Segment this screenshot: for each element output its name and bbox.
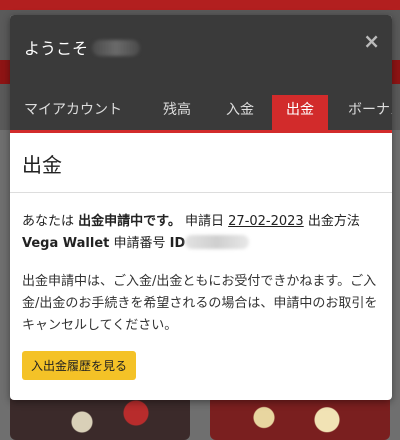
withdrawal-method: Vega Wallet — [22, 236, 110, 251]
request-date: 27-02-2023 — [228, 214, 304, 229]
tab-deposit[interactable]: 入金 — [226, 95, 254, 130]
modal-header: ようこそ × — [10, 15, 392, 75]
account-modal: ようこそ × マイアカウント 残高 入金 出金 ボーナス 出金 あなたは 出金申… — [10, 15, 392, 400]
request-number-label: 申請番号 — [113, 236, 166, 251]
tab-bonus[interactable]: ボーナス — [348, 95, 392, 130]
status-emphasis: 出金申請中です。 — [78, 214, 181, 229]
tab-my-account[interactable]: マイアカウント — [24, 95, 122, 130]
divider — [10, 192, 392, 193]
withdrawal-status: あなたは 出金申請中です。 申請日 27-02-2023 出金方法 Vega W… — [22, 211, 380, 255]
date-label: 申請日 — [185, 214, 225, 229]
modal-title: ようこそ — [24, 35, 141, 59]
page-title: 出金 — [22, 153, 62, 177]
tab-balance[interactable]: 残高 — [163, 95, 191, 130]
tab-withdrawal[interactable]: 出金 — [272, 95, 328, 130]
method-label: 出金方法 — [307, 214, 360, 229]
close-icon[interactable]: × — [363, 31, 380, 51]
background-game-card[interactable] — [210, 395, 390, 440]
status-prefix: あなたは — [22, 214, 75, 229]
pending-notice: 出金申請中は、ご入金/出金ともにお受付できかねます。ご入金/出金のお手続きを希望… — [22, 274, 378, 333]
blurred-username — [92, 40, 141, 56]
modal-body: 出金 あなたは 出金申請中です。 申請日 27-02-2023 出金方法 Veg… — [10, 133, 392, 400]
id-label: ID — [169, 236, 186, 251]
background-top-bar — [0, 0, 400, 10]
blurred-request-id — [185, 235, 250, 249]
background-game-card[interactable] — [10, 395, 190, 440]
tab-bar: マイアカウント 残高 入金 出金 ボーナス — [10, 75, 392, 133]
transaction-history-button[interactable]: 入出金履歴を見る — [22, 351, 137, 380]
greeting-text: ようこそ — [24, 39, 89, 58]
